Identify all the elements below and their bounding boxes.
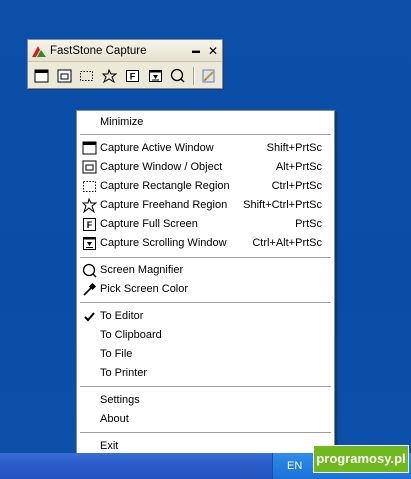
- menu-item-shortcut: Ctrl+PrtSc: [271, 180, 322, 192]
- menu-separator: [80, 257, 331, 259]
- menu-item-label: Capture Scrolling Window: [100, 237, 227, 249]
- eyedropper-icon: [83, 282, 97, 296]
- menu-item-shortcut: Shift+PrtSc: [266, 142, 322, 154]
- menu-item-about[interactable]: About: [77, 410, 334, 429]
- capture-scrolling-window-button[interactable]: [146, 66, 165, 85]
- menu-item-to-printer[interactable]: To Printer: [77, 364, 334, 383]
- faststone-logo-icon: [32, 45, 46, 57]
- magnifier-icon: [82, 263, 97, 278]
- menu-item-label: To Editor: [100, 310, 144, 322]
- magnifier-icon: [171, 68, 185, 83]
- menu-item-capture-window-object[interactable]: Capture Window / Object Alt+PrtSc: [77, 158, 334, 177]
- rectangle-region-icon: [80, 70, 94, 81]
- menu-item-capture-rectangle-region[interactable]: Capture Rectangle Region Ctrl+PrtSc: [77, 177, 334, 196]
- capture-rectangle-region-button[interactable]: [78, 66, 97, 85]
- toolbar-title: FastStone Capture: [50, 44, 147, 57]
- menu-item-capture-freehand-region[interactable]: Capture Freehand Region Shift+Ctrl+PrtSc: [77, 196, 334, 215]
- full-screen-icon: F: [83, 218, 96, 231]
- menu-item-label: Screen Magnifier: [100, 264, 184, 276]
- toolbar-title-bar[interactable]: FastStone Capture ▬ ✕: [28, 40, 222, 62]
- full-screen-icon: F: [125, 69, 139, 82]
- menu-item-shortcut: Ctrl+Alt+PrtSc: [252, 237, 322, 249]
- freehand-region-icon: [102, 68, 118, 83]
- menu-item-label: Capture Freehand Region: [100, 199, 228, 211]
- scrolling-window-icon: [83, 237, 96, 250]
- minimize-window-button[interactable]: ▬: [188, 43, 204, 59]
- menu-item-screen-magnifier[interactable]: Screen Magnifier: [77, 261, 334, 280]
- menu-separator: [80, 134, 331, 136]
- faststone-toolbar-window: FastStone Capture ▬ ✕ F: [27, 39, 223, 89]
- menu-item-label: About: [100, 413, 129, 425]
- menu-item-pick-screen-color[interactable]: Pick Screen Color: [77, 280, 334, 299]
- window-object-icon: [82, 160, 97, 174]
- svg-text:F: F: [130, 71, 136, 81]
- freehand-region-icon: [82, 198, 97, 213]
- menu-item-label: Capture Window / Object: [100, 161, 223, 173]
- toolbar-separator: [193, 66, 196, 85]
- menu-item-label: Settings: [100, 394, 140, 406]
- menu-item-to-file[interactable]: To File: [77, 345, 334, 364]
- menu-item-label: To Printer: [100, 367, 148, 379]
- active-window-icon: [82, 141, 97, 155]
- menu-item-settings[interactable]: Settings: [77, 391, 334, 410]
- menu-item-label: Exit: [100, 440, 119, 452]
- close-window-button[interactable]: ✕: [205, 43, 221, 59]
- menu-item-label: Capture Full Screen: [100, 218, 198, 230]
- menu-item-capture-full-screen[interactable]: F Capture Full Screen PrtSc: [77, 215, 334, 234]
- language-indicator[interactable]: EN: [287, 460, 302, 472]
- output-settings-button[interactable]: [199, 66, 218, 85]
- capture-full-screen-button[interactable]: F: [123, 66, 142, 85]
- menu-item-shortcut: PrtSc: [295, 218, 322, 230]
- menu-item-label: To File: [100, 348, 133, 360]
- menu-item-capture-active-window[interactable]: Capture Active Window Shift+PrtSc: [77, 139, 334, 158]
- menu-item-label: Pick Screen Color: [100, 283, 189, 295]
- menu-item-label: Capture Active Window: [100, 142, 214, 154]
- watermark-badge: programosy.pl: [313, 445, 409, 473]
- menu-item-shortcut: Shift+Ctrl+PrtSc: [243, 199, 322, 211]
- menu-separator: [80, 386, 331, 388]
- toolbar-buttons: F: [28, 62, 222, 89]
- capture-window-object-button[interactable]: [55, 66, 74, 85]
- menu-item-to-clipboard[interactable]: To Clipboard: [77, 326, 334, 345]
- menu-item-capture-scrolling-window[interactable]: Capture Scrolling Window Ctrl+Alt+PrtSc: [77, 234, 334, 253]
- scrolling-window-icon: [148, 69, 162, 82]
- menu-item-shortcut: Alt+PrtSc: [275, 161, 322, 173]
- menu-item-to-editor[interactable]: To Editor: [77, 307, 334, 326]
- active-window-icon: [34, 69, 49, 82]
- window-object-icon: [57, 69, 72, 82]
- menu-separator: [80, 302, 331, 304]
- menu-item-label: To Clipboard: [100, 329, 162, 341]
- checkmark-icon: [84, 312, 95, 322]
- output-settings-icon: [202, 69, 215, 82]
- svg-text:F: F: [87, 220, 93, 230]
- capture-active-window-button[interactable]: [32, 66, 51, 85]
- rectangle-region-icon: [83, 181, 96, 192]
- menu-item-label: Capture Rectangle Region: [100, 180, 230, 192]
- capture-freehand-region-button[interactable]: [100, 66, 119, 85]
- screen-magnifier-button[interactable]: [169, 66, 188, 85]
- menu-separator: [80, 432, 331, 434]
- menu-item-label: Minimize: [100, 116, 144, 128]
- menu-item-minimize[interactable]: Minimize: [77, 113, 334, 132]
- context-menu: Minimize Capture Active Window Shift+Prt…: [76, 110, 335, 459]
